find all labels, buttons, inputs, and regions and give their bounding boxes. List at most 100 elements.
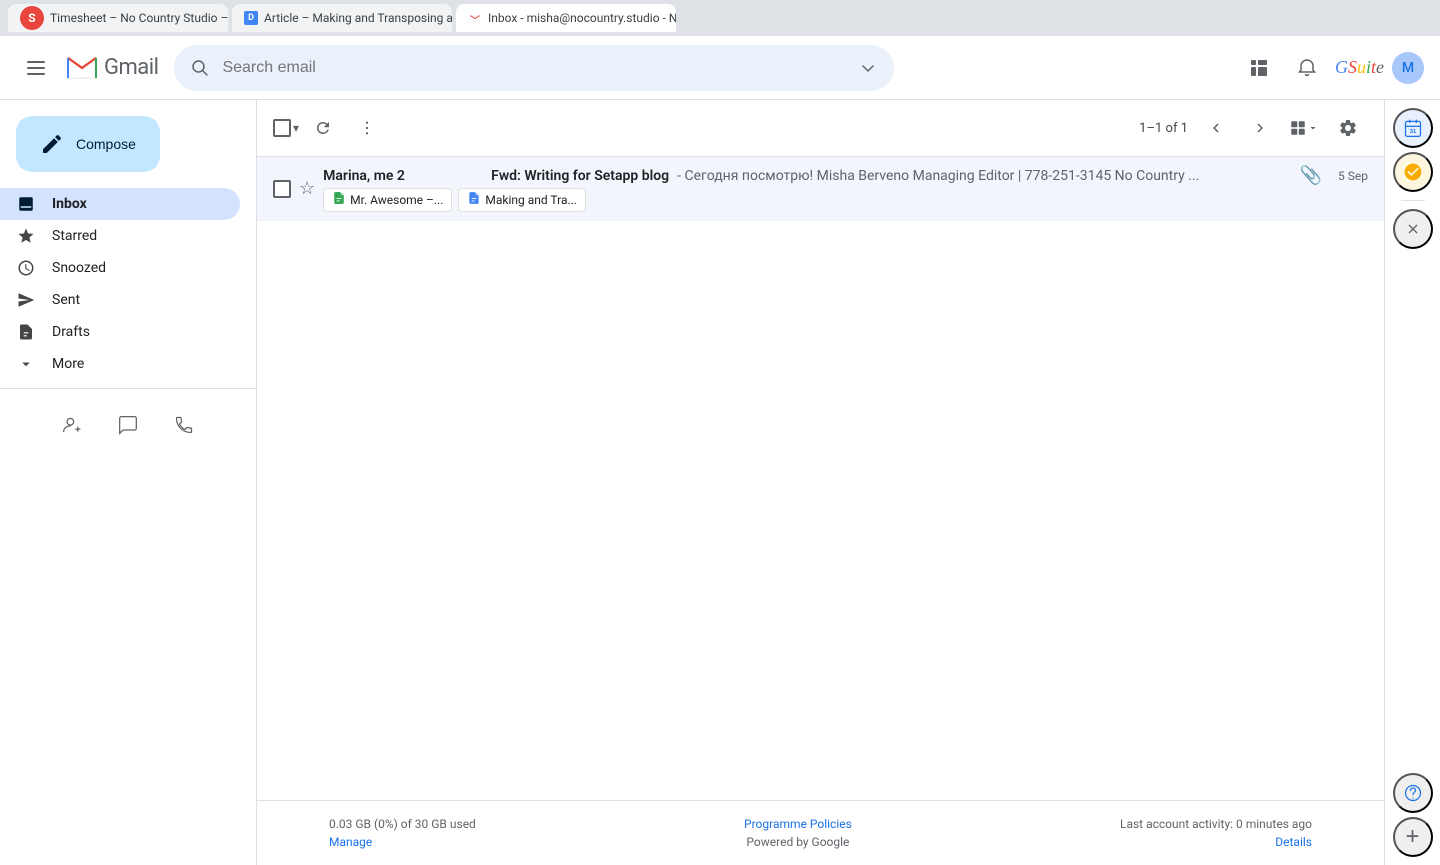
- gsuite-label: GSuite: [1335, 57, 1384, 78]
- email-list: ☆ Marina, me 2 Fwd: Writing for Setapp b…: [257, 157, 1384, 479]
- add-plugin-button[interactable]: +: [1393, 817, 1433, 857]
- compose-icon: [40, 132, 64, 156]
- email-checkbox[interactable]: [273, 180, 291, 198]
- sidebar-item-sent[interactable]: Sent: [0, 284, 240, 316]
- empty-area: [257, 479, 1384, 801]
- inbox-icon: [16, 195, 36, 213]
- email-chip-2[interactable]: Making and Tra...: [458, 188, 586, 212]
- email-date: 5 Sep: [1338, 169, 1368, 183]
- select-all-checkbox[interactable]: [273, 119, 291, 137]
- sidebar-item-inbox[interactable]: Inbox: [0, 188, 240, 220]
- gmail-text: Gmail: [104, 55, 158, 80]
- powered-by-google: Powered by Google: [746, 835, 849, 849]
- calendar-sidebar-button[interactable]: 31: [1393, 108, 1433, 148]
- prev-page-button[interactable]: [1196, 108, 1236, 148]
- email-sender: Marina, me 2: [323, 168, 483, 184]
- notifications-button[interactable]: [1287, 48, 1327, 88]
- page-info: 1–1 of 1: [1135, 121, 1192, 136]
- chat-icon: [118, 415, 138, 435]
- sidebar-divider: [1401, 200, 1425, 201]
- tab-harvest[interactable]: S Timesheet – No Country Studio – Harves…: [8, 4, 228, 32]
- more-options-button[interactable]: [347, 108, 387, 148]
- add-icon: +: [1405, 823, 1419, 851]
- tab-favicon-docs: D: [244, 11, 258, 25]
- sidebar-footer: [0, 388, 256, 461]
- sidebar: Compose Inbox Starred: [0, 100, 256, 865]
- footer-center: Programme Policies Powered by Google: [744, 817, 852, 849]
- add-contact-button[interactable]: [52, 405, 92, 445]
- phone-icon: [174, 415, 194, 435]
- tab-gmail-label: Inbox - misha@nocountry.studio - No Coun…: [488, 11, 676, 25]
- tab-harvest-label: Timesheet – No Country Studio – Harvest: [50, 11, 228, 25]
- hamburger-button[interactable]: [16, 48, 56, 88]
- refresh-icon: [314, 119, 332, 137]
- sidebar-item-drafts[interactable]: Drafts: [0, 316, 240, 348]
- search-bar[interactable]: [174, 45, 894, 91]
- chip-doc-icon-2: [467, 191, 481, 209]
- tasks-icon: [1403, 162, 1423, 182]
- starred-icon: [16, 227, 36, 245]
- search-dropdown-button[interactable]: [858, 58, 878, 78]
- compose-button[interactable]: Compose: [16, 116, 160, 172]
- email-row-content: Marina, me 2 Fwd: Writing for Setapp blo…: [323, 165, 1368, 212]
- manage-link[interactable]: Manage: [329, 835, 476, 849]
- sidebar-item-snoozed[interactable]: Snoozed: [0, 252, 240, 284]
- svg-text:31: 31: [1409, 129, 1416, 135]
- sent-icon: [16, 291, 36, 309]
- footer-left: 0.03 GB (0%) of 30 GB used Manage: [329, 817, 476, 849]
- notifications-icon: [1297, 58, 1317, 78]
- gsuite-brand: GSuite: [1335, 57, 1384, 78]
- select-dropdown-icon[interactable]: ▾: [293, 121, 299, 135]
- settings-icon: [1338, 118, 1358, 138]
- feedback-button[interactable]: [1393, 773, 1433, 813]
- tab-docs[interactable]: D Article – Making and Transposing an Em…: [232, 4, 452, 32]
- email-chip-1[interactable]: Mr. Awesome –...: [323, 188, 452, 212]
- last-activity: Last account activity: 0 minutes ago: [1120, 817, 1312, 831]
- apps-button[interactable]: [1239, 48, 1279, 88]
- drafts-label: Drafts: [52, 324, 224, 340]
- next-page-icon: [1251, 119, 1269, 137]
- close-sidebar-button[interactable]: [1393, 209, 1433, 249]
- programme-policies-link[interactable]: Programme Policies: [744, 817, 852, 831]
- sidebar-item-starred[interactable]: Starred: [0, 220, 240, 252]
- table-row[interactable]: ☆ Marina, me 2 Fwd: Writing for Setapp b…: [257, 157, 1384, 221]
- right-sidebar: 31 +: [1384, 100, 1440, 865]
- email-row-top: Marina, me 2 Fwd: Writing for Setapp blo…: [323, 165, 1368, 186]
- chat-button[interactable]: [108, 405, 148, 445]
- view-dropdown-icon: [1307, 122, 1319, 134]
- sent-label: Sent: [52, 292, 224, 308]
- footer-row: 0.03 GB (0%) of 30 GB used Manage Progra…: [281, 817, 1360, 849]
- drafts-icon: [16, 323, 36, 341]
- more-icon: [16, 355, 36, 373]
- details-link[interactable]: Details: [1120, 835, 1312, 849]
- next-page-button[interactable]: [1240, 108, 1280, 148]
- search-input[interactable]: [222, 59, 846, 77]
- add-contact-icon: [62, 415, 82, 435]
- select-all-wrap: ▾: [273, 119, 299, 137]
- view-icon: [1289, 119, 1307, 137]
- sidebar-item-more[interactable]: More: [0, 348, 240, 380]
- phone-button[interactable]: [164, 405, 204, 445]
- browser-bar: S Timesheet – No Country Studio – Harves…: [0, 0, 1440, 36]
- gmail-header: Gmail: [0, 36, 1440, 100]
- storage-info: 0.03 GB (0%) of 30 GB used: [329, 817, 476, 831]
- gmail-logo: Gmail: [64, 50, 158, 86]
- refresh-button[interactable]: [303, 108, 343, 148]
- main-content: ▾ 1–: [256, 100, 1384, 865]
- gmail-app: Gmail: [0, 36, 1440, 865]
- prev-page-icon: [1207, 119, 1225, 137]
- settings-button[interactable]: [1328, 108, 1368, 148]
- email-snippet: - Сегодня посмотрю! Misha Berveno Managi…: [677, 168, 1292, 184]
- chip-2-label: Making and Tra...: [485, 193, 577, 207]
- apps-icon: [1249, 58, 1269, 78]
- email-row-bottom: Mr. Awesome –... Ma: [323, 188, 1368, 212]
- avatar[interactable]: M: [1392, 52, 1424, 84]
- toolbar-right: 1–1 of 1: [1135, 108, 1368, 148]
- compose-label: Compose: [76, 136, 136, 152]
- chip-1-label: Mr. Awesome –...: [350, 193, 443, 207]
- snoozed-label: Snoozed: [52, 260, 224, 276]
- view-options-button[interactable]: [1284, 108, 1324, 148]
- tasks-sidebar-button[interactable]: [1393, 152, 1433, 192]
- tab-gmail[interactable]: Inbox - misha@nocountry.studio - No Coun…: [456, 4, 676, 32]
- star-icon[interactable]: ☆: [299, 178, 315, 199]
